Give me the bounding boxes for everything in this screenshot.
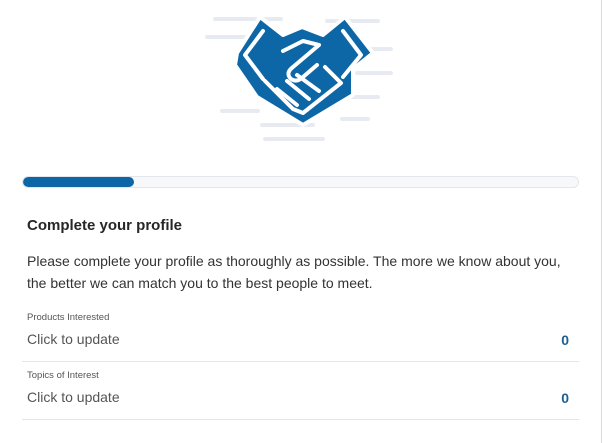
field-label: Topics of Interest [27,370,99,381]
profile-description: Please complete your profile as thorough… [27,253,561,291]
field-topics-of-interest[interactable]: Topics of Interest Click to update 0 [22,364,579,420]
field-products-interested[interactable]: Products Interested Click to update 0 [22,306,579,362]
handshake-icon [205,15,393,141]
field-count: 0 [561,332,569,348]
profile-progress-fill [23,177,134,187]
handshake-illustration [205,5,400,155]
field-value[interactable]: Click to update [27,331,120,347]
field-value[interactable]: Click to update [27,389,120,405]
page-title: Complete your profile [27,217,183,234]
profile-card: Complete your profile Please complete yo… [0,0,602,443]
profile-progress-bar [22,176,579,188]
field-count: 0 [561,390,569,406]
field-label: Products Interested [27,312,110,323]
